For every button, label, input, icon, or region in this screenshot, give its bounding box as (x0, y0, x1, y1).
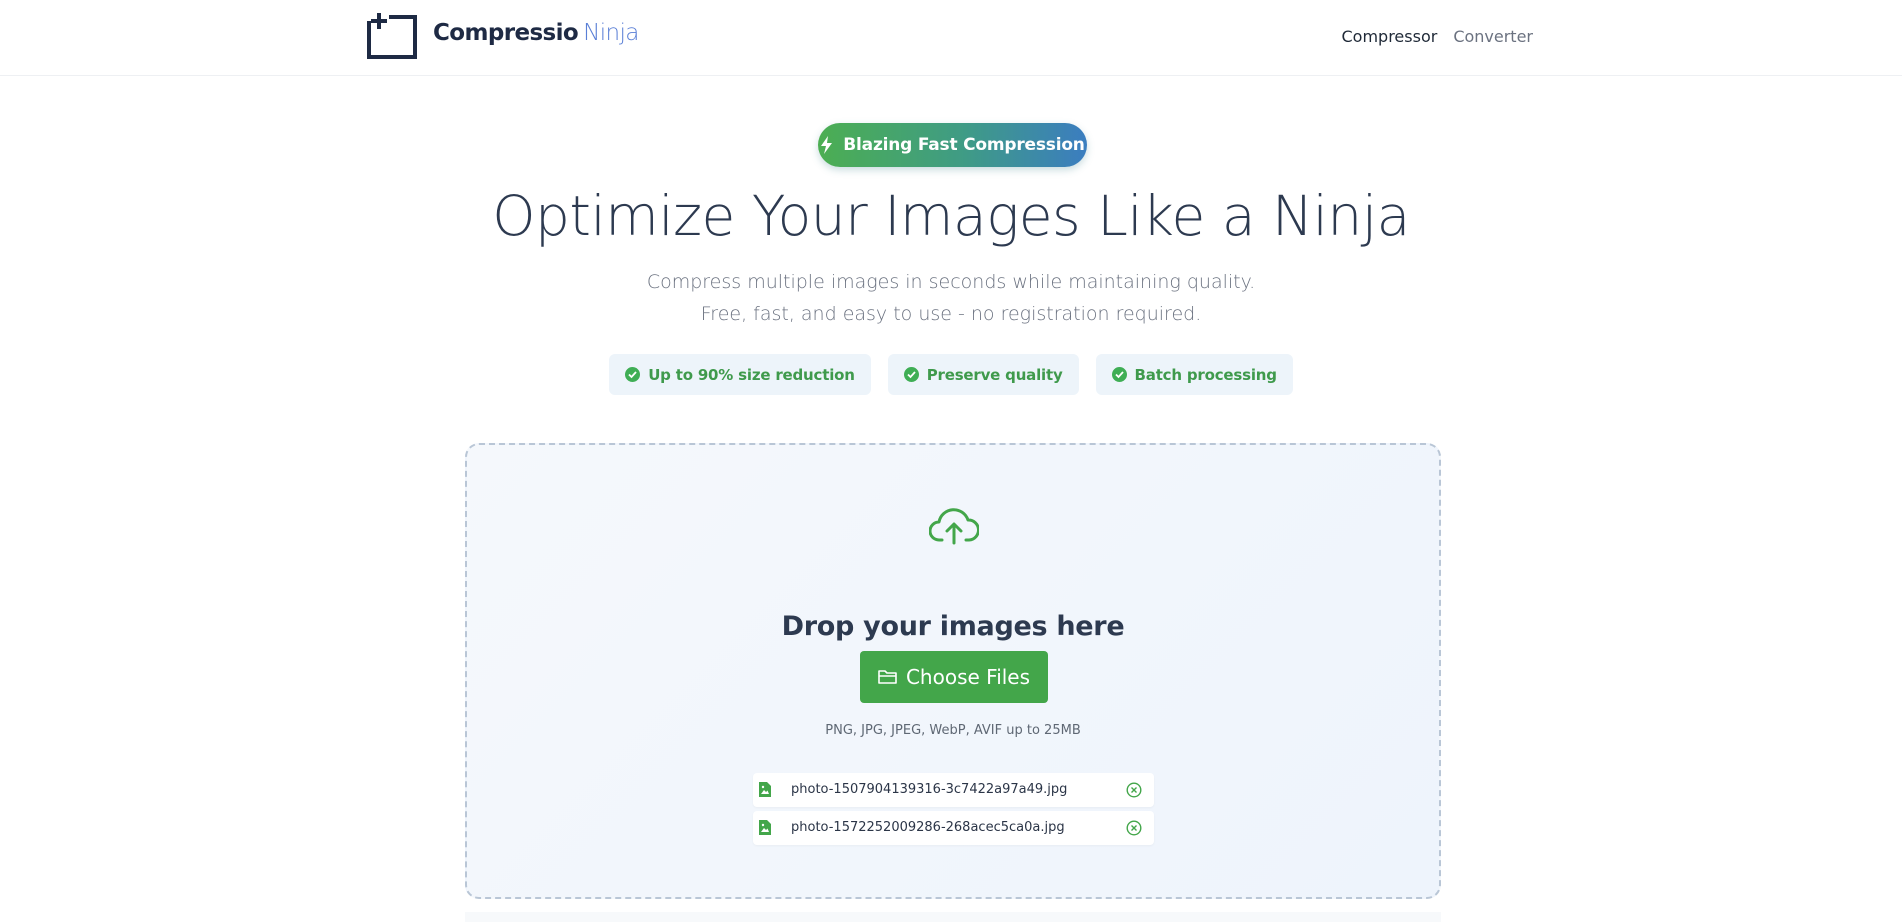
subtitle-line-1: Compress multiple images in seconds whil… (646, 271, 1256, 293)
lightning-bolt-icon (821, 136, 833, 154)
file-name: photo-1572252009286-268acec5ca0a.jpg (791, 820, 1065, 835)
hero-badge-label: Blazing Fast Compression (843, 135, 1085, 155)
image-file-icon (759, 820, 771, 835)
choose-files-button[interactable]: Choose Files (860, 651, 1048, 703)
logo-link[interactable]: Compressio Ninja (367, 13, 639, 59)
feature-list: Up to 90% size reduction Preserve qualit… (0, 354, 1902, 395)
site-header: Compressio Ninja Compressor Converter (0, 0, 1902, 76)
subtitle-line-2: Free, fast, and easy to use - no registr… (700, 303, 1202, 325)
logo-text-light: Ninja (583, 20, 639, 46)
file-name: photo-1507904139316-3c7422a97a49.jpg (791, 782, 1068, 797)
close-circle-icon[interactable] (1126, 782, 1142, 798)
check-circle-icon (625, 367, 641, 382)
upload-dropzone[interactable]: Drop your images here Choose Files PNG, … (465, 443, 1441, 899)
nav-compressor-link[interactable]: Compressor (1342, 27, 1438, 46)
hero-badge: Blazing Fast Compression (818, 123, 1087, 167)
folder-icon (878, 670, 897, 684)
file-list-item: photo-1572252009286-268acec5ca0a.jpg (753, 811, 1154, 845)
main-nav: Compressor Converter (1342, 27, 1534, 46)
feature-label: Preserve quality (926, 365, 1063, 384)
feature-label: Up to 90% size reduction (648, 365, 855, 384)
close-circle-icon[interactable] (1126, 820, 1142, 836)
feature-label: Batch processing (1134, 365, 1277, 384)
feature-batch-processing: Batch processing (1095, 354, 1293, 395)
content-section-edge (465, 912, 1441, 922)
feature-size-reduction: Up to 90% size reduction (609, 354, 871, 395)
check-circle-icon (1111, 367, 1127, 382)
choose-files-label: Choose Files (905, 665, 1031, 689)
file-list: photo-1507904139316-3c7422a97a49.jpg pho… (753, 773, 1154, 849)
feature-preserve-quality: Preserve quality (887, 354, 1079, 395)
dropzone-title: Drop your images here (781, 611, 1125, 642)
page-title: Optimize Your Images Like a Ninja (492, 184, 1410, 248)
logo-text-bold: Compressio (433, 20, 579, 46)
cloud-upload-icon (929, 508, 979, 545)
logo-text: Compressio Ninja (433, 20, 639, 46)
nav-converter-link[interactable]: Converter (1453, 27, 1533, 46)
image-file-icon (759, 782, 771, 797)
supported-formats: PNG, JPG, JPEG, WebP, AVIF up to 25MB (825, 723, 1081, 738)
file-list-item: photo-1507904139316-3c7422a97a49.jpg (753, 773, 1154, 807)
logo-icon (367, 13, 417, 59)
check-circle-icon (903, 367, 919, 382)
